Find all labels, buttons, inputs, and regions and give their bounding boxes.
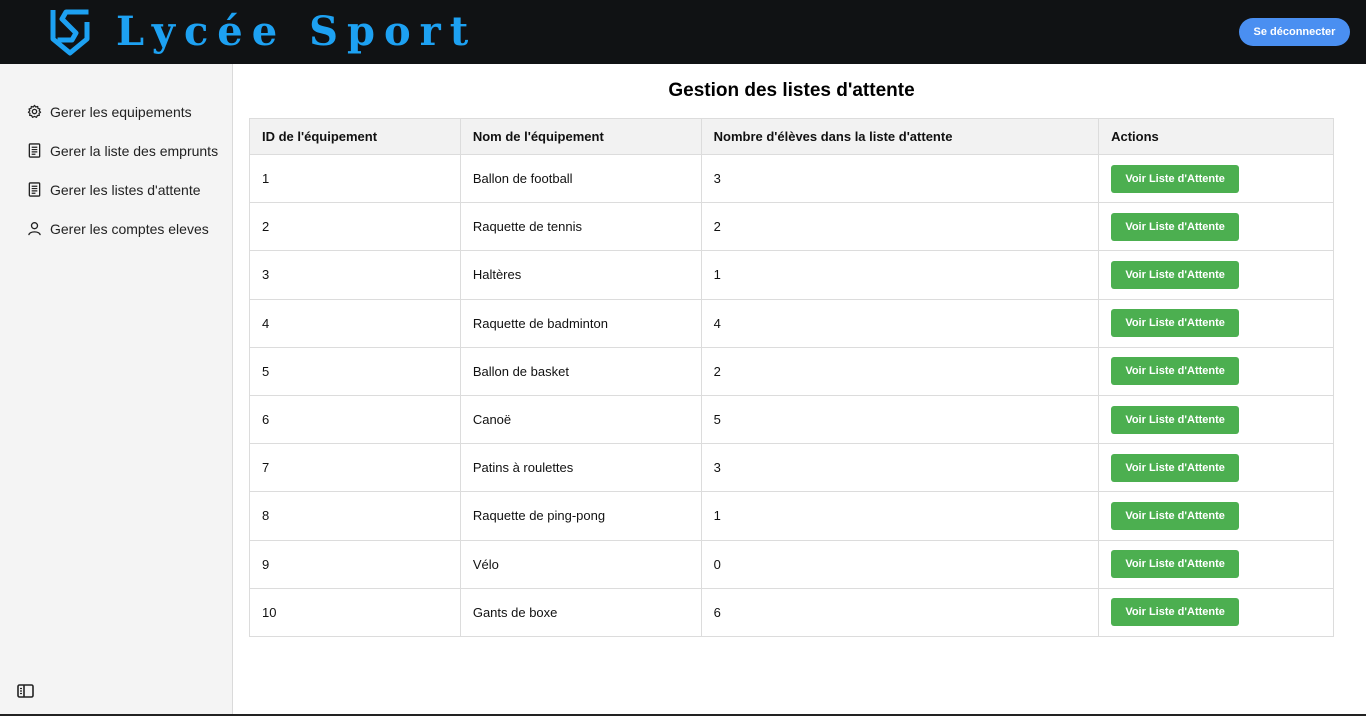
cell-equipment-name: Patins à roulettes	[459, 443, 702, 493]
cell-equipment-id: 3	[249, 250, 461, 300]
table-header-row: ID de l'équipement Nom de l'équipement N…	[249, 118, 1334, 155]
table-row: 3 Haltères 1 Voir Liste d'Attente	[249, 250, 1334, 300]
cell-equipment-id: 5	[249, 346, 461, 396]
view-waitlist-button[interactable]: Voir Liste d'Attente	[1111, 212, 1240, 241]
top-bar: Lycée Sport Se déconnecter	[0, 0, 1366, 64]
view-waitlist-button[interactable]: Voir Liste d'Attente	[1111, 550, 1240, 579]
column-header-name: Nom de l'équipement	[459, 118, 702, 155]
table-body: 1 Ballon de football 3 Voir Liste d'Attente…	[249, 153, 1334, 637]
list-document-icon	[26, 143, 42, 159]
cell-actions: Voir Liste d'Attente	[1098, 491, 1334, 541]
cell-equipment-id: 7	[249, 443, 461, 493]
sidebar-item-equipements[interactable]: Gerer les equipements	[0, 92, 232, 131]
cell-actions: Voir Liste d'Attente	[1098, 346, 1334, 396]
cell-equipment-id: 1	[249, 153, 461, 204]
cell-equipment-name: Ballon de basket	[459, 346, 702, 396]
cell-waitlist-count: 5	[700, 394, 1100, 445]
sidebar-item-label: Gerer la liste des emprunts	[50, 142, 219, 159]
cell-equipment-name: Raquette de badminton	[459, 298, 702, 348]
cell-waitlist-count: 1	[700, 250, 1100, 300]
cell-waitlist-count: 2	[700, 202, 1100, 252]
shield-s-logo-icon	[50, 9, 90, 56]
cell-equipment-name: Ballon de football	[459, 153, 702, 204]
user-icon	[26, 221, 42, 237]
brand[interactable]: Lycée Sport	[48, 6, 477, 58]
sidebar-nav: Gerer les equipements Gerer la liste des…	[0, 64, 232, 248]
sidebar-item-label: Gerer les listes d'attente	[50, 181, 201, 198]
logout-button[interactable]: Se déconnecter	[1239, 18, 1350, 46]
sidebar-item-label: Gerer les equipements	[50, 103, 192, 120]
table-row: 10 Gants de boxe 6 Voir Liste d'Attente	[249, 587, 1334, 637]
cell-waitlist-count: 3	[700, 153, 1100, 204]
cell-equipment-name: Vélo	[459, 539, 702, 589]
cell-equipment-name: Canoë	[459, 394, 702, 445]
cell-equipment-name: Raquette de ping-pong	[459, 491, 702, 541]
sidebar-item-emprunts[interactable]: Gerer la liste des emprunts	[0, 131, 232, 170]
table-row: 5 Ballon de basket 2 Voir Liste d'Attente	[249, 346, 1334, 396]
cell-equipment-name: Raquette de tennis	[459, 202, 702, 252]
cell-actions: Voir Liste d'Attente	[1098, 250, 1334, 300]
waitlist-table: ID de l'équipement Nom de l'équipement N…	[249, 118, 1334, 637]
cell-equipment-name: Haltères	[459, 250, 702, 300]
page-title: Gestion des listes d'attente	[668, 80, 915, 101]
view-waitlist-button[interactable]: Voir Liste d'Attente	[1111, 405, 1240, 434]
table-row: 2 Raquette de tennis 2 Voir Liste d'Attente	[249, 202, 1334, 252]
view-waitlist-button[interactable]: Voir Liste d'Attente	[1111, 598, 1240, 627]
sidebar-item-listes-attente[interactable]: Gerer les listes d'attente	[0, 170, 232, 209]
column-header-count: Nombre d'élèves dans la liste d'attente	[700, 118, 1100, 155]
cell-equipment-id: 10	[249, 587, 461, 637]
view-waitlist-button[interactable]: Voir Liste d'Attente	[1111, 260, 1240, 289]
column-header-actions: Actions	[1098, 118, 1334, 155]
sidebar-item-label: Gerer les comptes eleves	[50, 220, 209, 237]
cell-waitlist-count: 0	[700, 539, 1100, 589]
sidebar: Gerer les equipements Gerer la liste des…	[0, 64, 233, 716]
cell-equipment-id: 2	[249, 202, 461, 252]
table-row: 9 Vélo 0 Voir Liste d'Attente	[249, 539, 1334, 589]
table-row: 4 Raquette de badminton 4 Voir Liste d'Atte…	[249, 298, 1334, 348]
cell-actions: Voir Liste d'Attente	[1098, 153, 1334, 204]
list-document-icon	[26, 182, 42, 198]
sidebar-toggle-icon[interactable]	[17, 684, 34, 698]
cell-waitlist-count: 6	[700, 587, 1100, 637]
cell-actions: Voir Liste d'Attente	[1098, 587, 1334, 637]
cell-actions: Voir Liste d'Attente	[1098, 539, 1334, 589]
cell-actions: Voir Liste d'Attente	[1098, 394, 1334, 445]
cell-waitlist-count: 2	[700, 346, 1100, 396]
column-header-id: ID de l'équipement	[249, 118, 461, 155]
cell-waitlist-count: 4	[700, 298, 1100, 348]
cell-equipment-id: 9	[249, 539, 461, 589]
cell-waitlist-count: 3	[700, 443, 1100, 493]
view-waitlist-button[interactable]: Voir Liste d'Attente	[1111, 501, 1240, 530]
cell-equipment-name: Gants de boxe	[459, 587, 702, 637]
cell-actions: Voir Liste d'Attente	[1098, 443, 1334, 493]
cell-waitlist-count: 1	[700, 491, 1100, 541]
table-row: 6 Canoë 5 Voir Liste d'Attente	[249, 394, 1334, 445]
view-waitlist-button[interactable]: Voir Liste d'Attente	[1111, 453, 1240, 482]
brand-name: Lycée Sport	[116, 8, 478, 55]
table-row: 8 Raquette de ping-pong 1 Voir Liste d'Atte…	[249, 491, 1334, 541]
gear-icon	[26, 104, 42, 120]
cell-equipment-id: 4	[249, 298, 461, 348]
cell-equipment-id: 6	[249, 394, 461, 445]
view-waitlist-button[interactable]: Voir Liste d'Attente	[1111, 164, 1240, 193]
table-row: 1 Ballon de football 3 Voir Liste d'Attente	[249, 153, 1334, 204]
cell-actions: Voir Liste d'Attente	[1098, 298, 1334, 348]
view-waitlist-button[interactable]: Voir Liste d'Attente	[1111, 309, 1240, 338]
cell-actions: Voir Liste d'Attente	[1098, 202, 1334, 252]
main-content: Gestion des listes d'attente ID de l'équ…	[233, 64, 1366, 716]
cell-equipment-id: 8	[249, 491, 461, 541]
sidebar-item-comptes-eleves[interactable]: Gerer les comptes eleves	[0, 209, 232, 248]
table-row: 7 Patins à roulettes 3 Voir Liste d'Attente	[249, 443, 1334, 493]
view-waitlist-button[interactable]: Voir Liste d'Attente	[1111, 357, 1240, 386]
